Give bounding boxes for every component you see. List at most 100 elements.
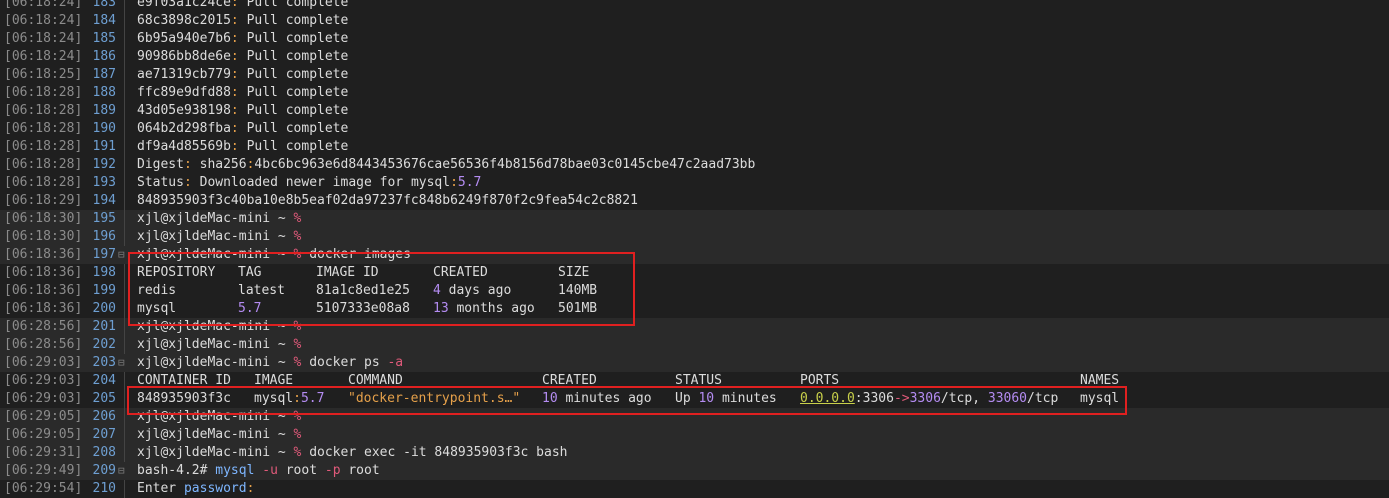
terminal-line: [06:18:28] 188 ffc89e9dfd88: Pull complete: [0, 84, 1389, 102]
ports-host: :3306: [854, 391, 894, 406]
timestamp: [06:18:28]: [4, 103, 83, 118]
gutter-line: [124, 0, 125, 12]
gutter-line: [124, 48, 125, 66]
pull-status: Pull complete: [246, 0, 349, 10]
terminal-line: [06:18:28] 191 df9a4d85569b: Pull complete: [0, 138, 1389, 156]
fold-toggle-icon[interactable]: ⊟: [118, 246, 125, 264]
gutter-line: [124, 210, 125, 228]
password-word: password: [183, 481, 247, 496]
terminal-output[interactable]: [06:18:24] 183 e9f03a1c24ce: Pull complete…: [0, 0, 1389, 498]
line-text: bash-4.2# mysql -u root -p root: [137, 462, 380, 480]
timestamp: [06:29:03]: [4, 355, 83, 370]
bash-prompt: bash-4.2#: [137, 463, 216, 478]
bash-user: root: [277, 463, 325, 478]
line-text: 90986bb8de6e: Pull complete: [137, 48, 348, 66]
line-text: xjl@xjldeMac-mini ~ %: [137, 210, 301, 228]
bash-password-arg: root: [340, 463, 380, 478]
gutter-line: [124, 426, 125, 444]
gutter-line: [124, 66, 125, 84]
image-repository: mysql: [137, 301, 177, 316]
line-text: e9f03a1c24ce: Pull complete: [137, 0, 348, 12]
command-text: docker images: [309, 247, 411, 262]
line-number: 198: [92, 265, 116, 280]
terminal-line: [06:29:03] 205 848935903f3c mysql:5.7 "docke…: [0, 390, 1389, 408]
gutter-line: [124, 84, 125, 102]
prompt-user: xjl@xjldeMac-mini ~: [137, 355, 294, 370]
enter-colon: :: [246, 481, 255, 496]
container-command: "docker-entrypoint.s…": [348, 391, 521, 406]
separator: :: [230, 85, 247, 100]
terminal-line: [06:29:03] 204 CONTAINER ID IMAGE COMMAND CRE…: [0, 372, 1389, 390]
line-text: ae71319cb779: Pull complete: [137, 66, 348, 84]
image-created: 13 months ago: [433, 300, 535, 318]
image-id: 5107333e08a8: [316, 301, 410, 316]
created-unit: minutes ago: [557, 391, 652, 406]
line-text: xjl@xjldeMac-mini ~ % docker ps -a: [137, 354, 403, 372]
line-text: Status: Downloaded newer image for mysql…: [137, 174, 481, 192]
container-status: Up 10 minutes: [675, 390, 777, 408]
ps-header-4: STATUS: [675, 373, 722, 388]
layer-id: 90986bb8de6e: [137, 49, 231, 64]
timestamp: [06:28:56]: [4, 337, 83, 352]
line-text: xjl@xjldeMac-mini ~ %: [137, 426, 301, 444]
bash-flag-u: -u: [262, 463, 278, 478]
terminal-line: [06:29:49] 209 ⊟ bash-4.2# mysql -u root -p…: [0, 462, 1389, 480]
separator: :: [183, 175, 200, 190]
line-number: 188: [92, 85, 116, 100]
image-name: mysql: [254, 391, 294, 406]
images-header-2: IMAGE ID: [316, 265, 379, 280]
gutter-line: [124, 408, 125, 426]
command-text: docker ps: [309, 355, 380, 370]
line-text: ffc89e9dfd88: Pull complete: [137, 84, 348, 102]
bash-flag-p: -p: [324, 463, 341, 478]
line-text: 848935903f3c40ba10e8b5eaf02da97237fc848b…: [137, 192, 638, 210]
line-text: 6b95a940e7b6: Pull complete: [137, 30, 348, 48]
terminal-line: [06:18:28] 189 43d05e938198: Pull complete: [0, 102, 1389, 120]
timestamp: [06:18:29]: [4, 193, 83, 208]
pull-status: Pull complete: [246, 121, 349, 136]
ports-proto-2: /tcp: [1027, 391, 1059, 406]
line-number: 197: [92, 247, 116, 262]
line-number: 200: [92, 301, 116, 316]
pull-status: Pull complete: [246, 103, 349, 118]
line-number: 185: [92, 31, 116, 46]
timestamp: [06:29:03]: [4, 373, 83, 388]
container-ports: 0.0.0.0:3306->3306/tcp, 33060/tcp: [800, 390, 1058, 408]
terminal-line: [06:18:30] 196 xjl@xjldeMac-mini ~ %: [0, 228, 1389, 246]
fold-toggle-icon[interactable]: ⊟: [118, 354, 125, 372]
gutter-line: [124, 282, 125, 300]
layer-id: 6b95a940e7b6: [137, 31, 231, 46]
timestamp: [06:18:24]: [4, 13, 83, 28]
image-tag: latest: [238, 283, 285, 298]
ports-ip[interactable]: 0.0.0.0: [800, 391, 855, 406]
terminal-line: [06:18:36] 200 mysql 5.7 5107333e08a8 13 mont…: [0, 300, 1389, 318]
timestamp: [06:18:25]: [4, 67, 83, 82]
line-number: 184: [92, 13, 116, 28]
timestamp: [06:18:24]: [4, 49, 83, 64]
timestamp: [06:29:05]: [4, 427, 83, 442]
gutter-line: [124, 480, 125, 498]
ps-header-1: IMAGE: [254, 373, 294, 388]
status-unit: minutes: [714, 391, 777, 406]
timestamp: [06:29:49]: [4, 463, 83, 478]
timestamp: [06:18:28]: [4, 85, 83, 100]
ps-header-6: NAMES: [1080, 373, 1120, 388]
images-header-0: REPOSITORY: [137, 265, 216, 280]
line-number: 203: [92, 355, 116, 370]
timestamp: [06:28:56]: [4, 319, 83, 334]
ps-header-2: COMMAND: [348, 373, 403, 388]
timestamp: [06:18:36]: [4, 283, 83, 298]
layer-id: ffc89e9dfd88: [137, 85, 231, 100]
hash-algo: sha256: [199, 157, 247, 172]
fold-toggle-icon[interactable]: ⊟: [118, 462, 125, 480]
timestamp: [06:18:28]: [4, 121, 83, 136]
terminal-line: [06:29:05] 207 xjl@xjldeMac-mini ~ %: [0, 426, 1389, 444]
line-text: xjl@xjldeMac-mini ~ %: [137, 336, 301, 354]
prompt-user: xjl@xjldeMac-mini ~: [137, 427, 294, 442]
terminal-line: [06:18:29] 194 848935903f3c40ba10e8b5eaf02…: [0, 192, 1389, 210]
line-number: 191: [92, 139, 116, 154]
gutter-line: [124, 390, 125, 408]
ps-header-3: CREATED: [542, 373, 597, 388]
gutter-line: [124, 192, 125, 210]
created-unit: days ago: [440, 283, 512, 298]
